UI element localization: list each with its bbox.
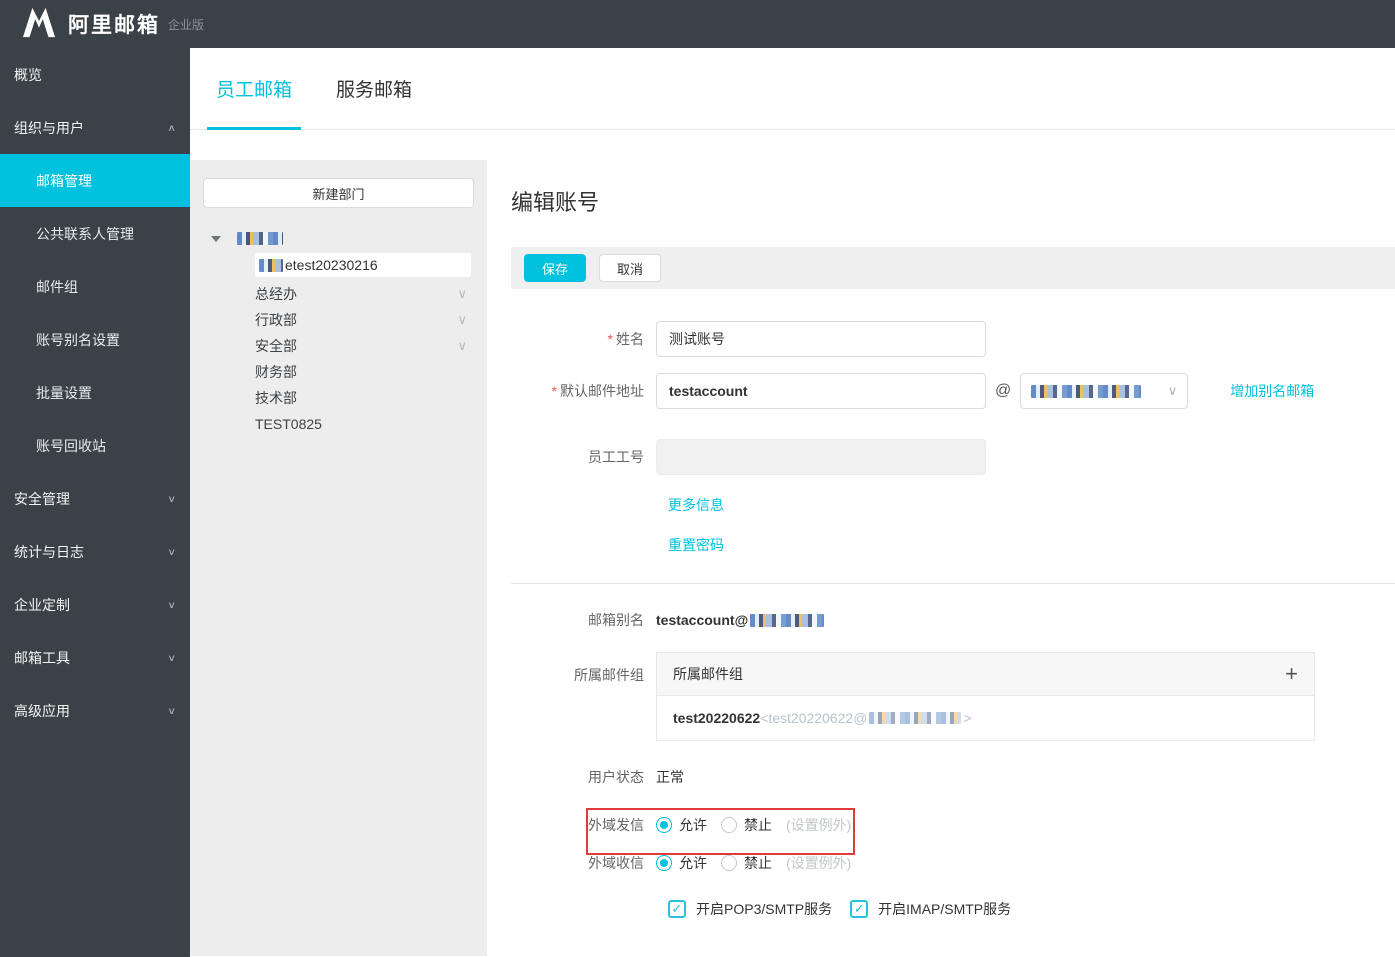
pop3-checkbox-label: 开启POP3/SMTP服务 xyxy=(696,901,833,917)
add-alias-link[interactable]: 增加别名邮箱 xyxy=(1230,381,1314,401)
set-exception-link[interactable]: (设置例外) xyxy=(786,853,851,873)
caret-down-icon xyxy=(211,235,221,242)
sidebar-item-mailbox-management[interactable]: 邮箱管理 xyxy=(0,154,190,207)
tab-employee-mailbox[interactable]: 员工邮箱 xyxy=(207,48,302,130)
imap-checkbox[interactable]: ✓ xyxy=(850,900,869,918)
alias-value: testaccount@ xyxy=(656,612,749,628)
inbound-label: 外域收信 xyxy=(588,855,644,871)
plus-icon[interactable]: + xyxy=(1285,663,1298,685)
chevron-down-icon[interactable]: ∨ xyxy=(457,286,471,302)
tree-item-dept[interactable]: 安全部 ∨ xyxy=(255,333,471,359)
save-button[interactable]: 保存 xyxy=(524,254,587,282)
email-local-part-input[interactable] xyxy=(656,373,986,409)
email-label: 默认邮件地址 xyxy=(560,383,644,399)
redacted-domain xyxy=(1031,384,1142,398)
sidebar-item-mail-tools[interactable]: 邮箱工具 ∨ xyxy=(0,631,190,684)
sidebar-item-org-users[interactable]: 组织与用户 ∧ xyxy=(0,101,190,154)
imap-checkbox-label: 开启IMAP/SMTP服务 xyxy=(878,901,1012,917)
domain-select[interactable]: ∨ xyxy=(1020,373,1189,409)
tree-item-dept[interactable]: 行政部 ∨ xyxy=(255,307,471,333)
sidebar-nav: 概览 组织与用户 ∧ 邮箱管理 公共联系人管理 邮件组 账号别名设置 批量设置 … xyxy=(0,48,190,957)
chevron-down-icon: ∨ xyxy=(167,651,176,664)
reset-password-link[interactable]: 重置密码 xyxy=(668,537,724,553)
sidebar-item-mail-groups[interactable]: 邮件组 xyxy=(0,260,190,313)
chevron-down-icon: ∨ xyxy=(167,704,176,717)
mail-group-row[interactable]: test20220622 <test20220622@ > xyxy=(656,696,1315,741)
content-area: 员工邮箱 服务邮箱 新建部门 etest20230216 总经办 ∨ 行政部 ∨ xyxy=(190,48,1395,957)
chevron-down-icon: ∨ xyxy=(167,492,176,505)
tree-item-dept[interactable]: TEST0825 xyxy=(255,411,471,437)
sidebar-item-public-contacts[interactable]: 公共联系人管理 xyxy=(0,207,190,260)
chevron-up-icon: ∧ xyxy=(167,121,176,134)
tree-root-node[interactable] xyxy=(203,232,474,245)
required-asterisk: * xyxy=(551,383,557,399)
groups-label: 所属邮件组 xyxy=(574,667,644,683)
employee-id-input[interactable] xyxy=(656,439,986,475)
group-address-suffix: > xyxy=(963,710,972,726)
sidebar-item-account-recycle[interactable]: 账号回收站 xyxy=(0,419,190,472)
deny-label: 禁止 xyxy=(744,817,772,833)
tree-item-dept[interactable]: 总经办 ∨ xyxy=(255,281,471,307)
sidebar-item-account-alias[interactable]: 账号别名设置 xyxy=(0,313,190,366)
allow-label: 允许 xyxy=(679,855,707,871)
section-divider xyxy=(511,583,1395,584)
tab-bar: 员工邮箱 服务邮箱 xyxy=(190,48,1395,130)
sidebar-item-enterprise-custom[interactable]: 企业定制 ∨ xyxy=(0,578,190,631)
name-label: 姓名 xyxy=(616,331,644,347)
brand-edition-label: 企业版 xyxy=(168,17,205,32)
redacted-domain xyxy=(869,712,962,724)
sidebar-item-batch-settings[interactable]: 批量设置 xyxy=(0,366,190,419)
sidebar-item-stats-logs[interactable]: 统计与日志 ∨ xyxy=(0,525,190,578)
status-value: 正常 xyxy=(656,769,684,785)
employee-id-label: 员工工号 xyxy=(588,449,644,465)
redacted-root-name xyxy=(237,232,283,245)
mail-groups-box: 所属邮件组 + test20220622 <test20220622@ > xyxy=(656,652,1315,741)
department-tree-panel: 新建部门 etest20230216 总经办 ∨ 行政部 ∨ 安全部 ∨ 财务部… xyxy=(190,160,487,956)
pop3-checkbox[interactable]: ✓ xyxy=(668,900,686,918)
alimail-logo-icon xyxy=(20,5,58,44)
brand-title: 阿里邮箱 xyxy=(68,14,160,37)
tree-item-dept[interactable]: 财务部 xyxy=(255,359,471,385)
sidebar-item-advanced-apps[interactable]: 高级应用 ∨ xyxy=(0,684,190,737)
tree-item-selected[interactable]: etest20230216 xyxy=(255,253,471,277)
sidebar-item-security[interactable]: 安全管理 ∨ xyxy=(0,472,190,525)
chevron-down-icon[interactable]: ∨ xyxy=(457,338,471,354)
alias-label: 邮箱别名 xyxy=(588,612,644,628)
chevron-down-icon[interactable]: ∨ xyxy=(457,312,471,328)
required-asterisk: * xyxy=(607,331,613,347)
name-input[interactable] xyxy=(656,321,986,357)
new-department-button[interactable]: 新建部门 xyxy=(203,178,474,208)
allow-label: 允许 xyxy=(679,817,707,833)
outbound-allow-radio[interactable] xyxy=(656,817,672,833)
cancel-button[interactable]: 取消 xyxy=(599,254,662,282)
redacted-domain xyxy=(750,613,825,627)
page-title: 编辑账号 xyxy=(511,190,600,215)
set-exception-link[interactable]: (设置例外) xyxy=(786,815,851,835)
deny-label: 禁止 xyxy=(744,855,772,871)
status-label: 用户状态 xyxy=(588,769,644,785)
tree-item-dept[interactable]: 技术部 xyxy=(255,385,471,411)
outbound-label: 外域发信 xyxy=(588,817,644,833)
edit-account-panel: 编辑账号 保存 取消 *姓名 *默认邮件地址 @ ∨ xyxy=(487,130,1395,956)
inbound-allow-radio[interactable] xyxy=(656,855,672,871)
top-bar: 阿里邮箱 企业版 xyxy=(0,0,1395,48)
group-address-prefix: <test20220622@ xyxy=(760,710,868,726)
chevron-down-icon: ∨ xyxy=(167,598,176,611)
groups-header: 所属邮件组 xyxy=(673,666,743,682)
inbound-deny-radio[interactable] xyxy=(721,855,737,871)
more-info-link[interactable]: 更多信息 xyxy=(668,497,724,513)
sidebar-item-overview[interactable]: 概览 xyxy=(0,48,190,101)
outbound-deny-radio[interactable] xyxy=(721,817,737,833)
tab-service-mailbox[interactable]: 服务邮箱 xyxy=(327,48,421,129)
form-toolbar: 保存 取消 xyxy=(511,247,1395,289)
chevron-down-icon: ∨ xyxy=(1167,383,1178,398)
group-name: test20220622 xyxy=(673,710,761,726)
chevron-down-icon: ∨ xyxy=(167,545,176,558)
redacted-name-prefix xyxy=(259,258,283,272)
at-sign: @ xyxy=(995,382,1012,399)
